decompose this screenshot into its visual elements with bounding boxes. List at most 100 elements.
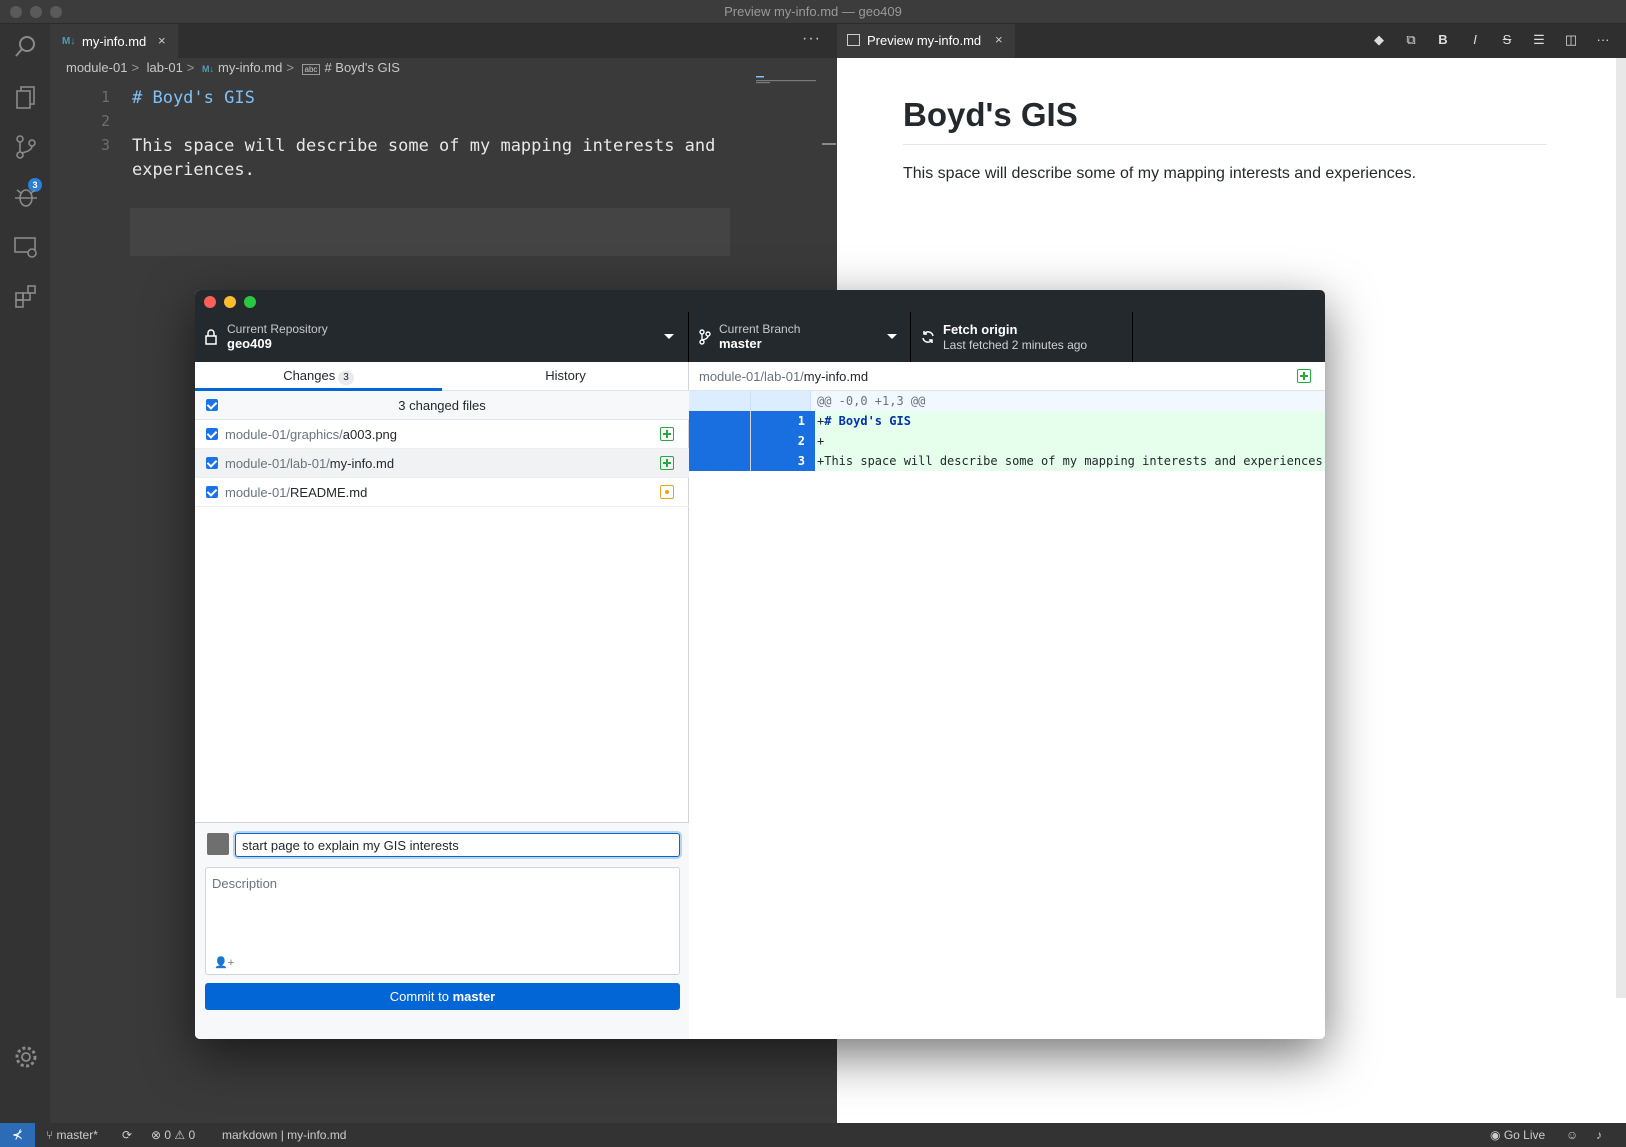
line-number[interactable]: 1 [751,411,811,431]
preview-tab-bar: Preview my-info.md × ◆ ⧉ B I S ☰ ◫ ··· [837,24,1626,58]
diff-line-content: This space will describe some of my mapp… [824,454,1325,468]
diff-line[interactable]: 3 +This space will describe some of my m… [689,451,1325,471]
list-icon[interactable]: ☰ [1530,32,1548,48]
repository-selector[interactable]: Current Repository geo409 [195,312,689,362]
line-number[interactable]: 2 [751,431,811,451]
close-icon[interactable]: × [995,32,1003,47]
diff-viewer: module-01/lab-01/my-info.md @@ -0,0 +1,3… [689,362,1325,1039]
diff-line-text: +This space will describe some of my map… [817,451,1325,472]
github-desktop-window: Current Repository geo409 Current Branch… [195,290,1325,1039]
breadcrumb-item[interactable]: my-info.md [218,60,282,75]
file-added-icon [660,427,674,441]
line-number[interactable]: 3 [751,451,811,471]
preview-content: Boyd's GIS This space will describe some… [903,96,1547,183]
gh-title-bar [195,290,1325,312]
gear-icon[interactable] [13,1044,39,1070]
split-icon[interactable]: ◫ [1562,32,1580,48]
tab-preview[interactable]: Preview my-info.md × [837,24,1015,58]
branch-selector[interactable]: Current Branch master [689,312,911,362]
changed-file-row[interactable]: module-01/graphics/a003.png [195,420,689,449]
branch-name: master [719,336,762,351]
search-icon[interactable] [13,34,39,60]
extensions-icon[interactable] [13,284,39,310]
diff-file-name: my-info.md [803,369,869,384]
bell-icon[interactable]: ♪ [1596,1128,1602,1142]
debug-icon[interactable] [13,184,39,210]
preview-heading: Boyd's GIS [903,96,1547,145]
git-icon[interactable]: ◆ [1370,32,1388,48]
old-line-gutter [689,391,751,411]
diff-line-text: + [817,431,824,451]
branch-status[interactable]: ⑂ master* [46,1128,98,1142]
zoom-window-button[interactable] [244,296,256,308]
changed-file-row[interactable]: module-01/lab-01/my-info.md [195,449,689,478]
sync-icon [922,331,934,343]
line-selected-marker [811,451,815,471]
remote-explorer-icon[interactable] [13,234,39,260]
source-control-icon[interactable] [13,134,39,160]
commit-summary-input[interactable]: start page to explain my GIS interests [235,833,680,857]
file-name: a003.png [342,427,398,442]
diff-line[interactable]: 2 + [689,431,1325,451]
close-window-button[interactable] [204,296,216,308]
code-line[interactable]: This space will describe some of my mapp… [132,136,715,156]
avatar [207,833,229,855]
tab-changes[interactable]: Changes 3 [195,362,442,391]
current-line-highlight [130,208,730,256]
breadcrumb-item[interactable]: lab-01 [147,60,183,75]
bold-button[interactable]: B [1434,32,1452,48]
files-icon[interactable] [13,84,39,110]
feedback-icon[interactable]: ☺ [1566,1128,1578,1142]
sync-icon[interactable]: ⟳ [122,1128,132,1142]
diff-line[interactable]: 1 +# Boyd's GIS [689,411,1325,431]
commit-button[interactable]: Commit to master [205,983,680,1010]
changed-file-row[interactable]: module-01/README.md [195,478,689,507]
file-name: my-info.md [329,456,395,471]
broadcast-icon: ◉ [1490,1128,1504,1142]
title-bar: Preview my-info.md — geo409 [0,0,1626,24]
commit-panel: start page to explain my GIS interests D… [195,822,689,1039]
preview-paragraph: This space will describe some of my mapp… [903,165,1417,182]
italic-button[interactable]: I [1466,32,1484,48]
remote-indicator[interactable]: ⊀ [0,1123,35,1147]
breadcrumb-item[interactable]: # Boyd's GIS [324,60,399,75]
file-dir: module-01/ [225,485,291,500]
close-icon[interactable]: × [158,33,166,48]
minimap[interactable] [756,76,816,84]
line-number: 2 [100,112,110,130]
minimize-window-button[interactable] [224,296,236,308]
tab-my-info[interactable]: M↓ my-info.md × [50,24,178,58]
go-live-button[interactable]: ◉ Go Live [1490,1128,1545,1142]
file-checkbox[interactable] [206,486,218,498]
strikethrough-button[interactable]: S [1498,32,1516,48]
scrollbar-marker[interactable] [822,143,836,145]
file-checkbox[interactable] [206,457,218,469]
language-status[interactable]: markdown | my-info.md [222,1128,346,1142]
line-selected-marker [811,411,815,431]
markdown-file-icon: M↓ [202,64,215,74]
tab-changes-label: Changes [283,368,336,383]
add-coauthor-icon[interactable]: 👤+ [214,956,234,969]
code-line[interactable]: # Boyd's GIS [132,88,255,108]
file-checkbox[interactable] [206,428,218,440]
file-added-icon [660,456,674,470]
file-added-icon [1297,369,1311,383]
tab-label: Preview my-info.md [867,33,982,48]
file-label: my-info.md [287,1128,347,1142]
breadcrumb-item[interactable]: module-01 [66,60,127,75]
fetch-origin-button[interactable]: Fetch origin Last fetched 2 minutes ago [911,312,1133,362]
open-file-icon[interactable]: ⧉ [1402,32,1420,48]
description-placeholder: Description [212,876,278,891]
line-number: 3 [100,136,110,154]
more-actions-icon[interactable]: ··· [1594,32,1612,48]
commit-description-input[interactable]: Description 👤+ [205,867,680,975]
problems-status[interactable]: ⊗ 0 ⚠ 0 [151,1128,195,1142]
code-line[interactable]: experiences. [132,160,255,180]
tab-history[interactable]: History [442,362,689,391]
status-bar: ⊀ ⑂ master* ⟳ ⊗ 0 ⚠ 0 markdown | my-info… [0,1123,1626,1147]
fetch-subtitle: Last fetched 2 minutes ago [943,338,1088,352]
window-title: Preview my-info.md — geo409 [724,4,902,19]
more-actions-icon[interactable]: ··· [802,30,821,48]
breadcrumb: module-01 > lab-01 > M↓ my-info.md > abc # Bo… [66,60,404,82]
scrollbar[interactable] [1616,58,1626,998]
